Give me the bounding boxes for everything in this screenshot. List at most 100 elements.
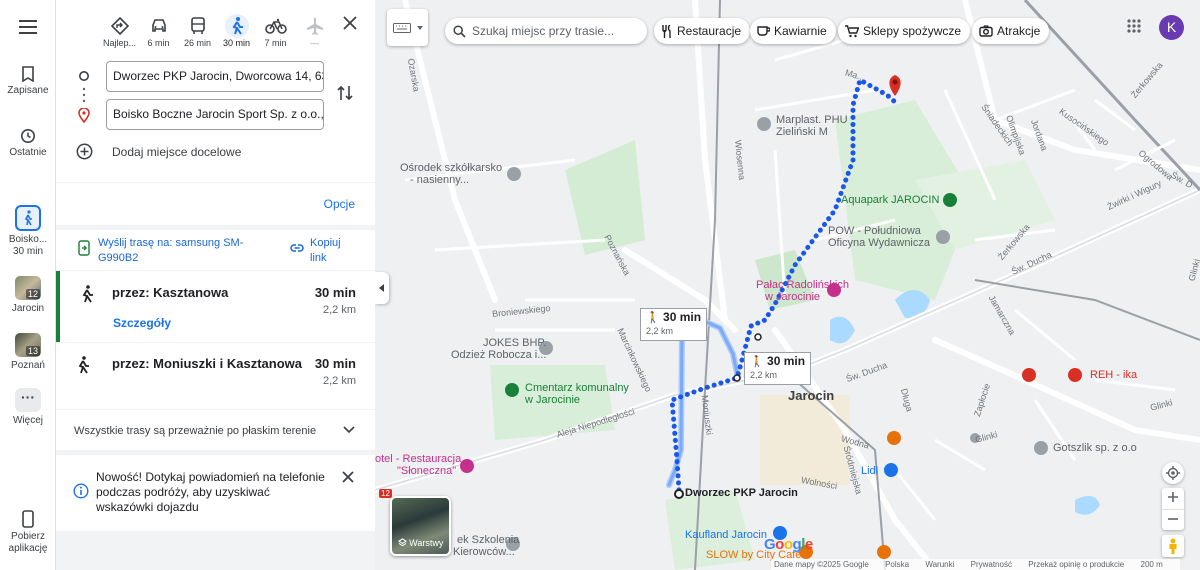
poi-osrodek[interactable]: Ośrodek szkółkarsko xyxy=(400,162,502,174)
route-via: przez: Moniuszki i Kasztanowa xyxy=(112,356,302,371)
zoom-in-button[interactable] xyxy=(1162,488,1184,509)
more-button[interactable]: ··· Więcej xyxy=(0,388,56,427)
mode-bike[interactable]: 7 min xyxy=(256,14,295,48)
poi-aquapark[interactable]: Aquapark JAROCIN xyxy=(841,194,939,206)
footer-privacy-link[interactable]: Prywatność xyxy=(971,560,1012,569)
layers-label: Warstwy xyxy=(409,538,444,548)
mode-walk[interactable]: 30 min xyxy=(217,14,256,48)
search-placeholder: Szukaj miejsc przy trasie... xyxy=(472,24,615,38)
route-via: przez: Kasztanowa xyxy=(112,285,229,300)
swap-button[interactable] xyxy=(337,84,353,107)
origin-label[interactable]: Dworzec PKP Jarocin xyxy=(685,487,798,499)
footer-terms-link[interactable]: Warunki xyxy=(925,560,954,569)
recent-button[interactable]: Ostatnie xyxy=(0,128,56,159)
poi-hotel[interactable]: otel - Restauracja xyxy=(375,453,461,465)
location-target-icon xyxy=(1166,466,1180,480)
search-along-route[interactable]: Szukaj miejsc przy trasie... xyxy=(445,18,647,44)
poi-cemetery[interactable]: Cmentarz komunalny xyxy=(525,382,629,394)
terrain-note: Wszystkie trasy są przeważnie po płaskim… xyxy=(74,425,317,437)
notice-card: Nowość! Dotykaj powiadomień na telefonie… xyxy=(56,455,375,531)
route-option-1[interactable]: przez: Kasztanowa 30 min 2,2 km Szczegół… xyxy=(56,271,375,342)
chip-attractions[interactable]: Atrakcje xyxy=(972,18,1050,44)
street-view-pegman[interactable] xyxy=(1162,535,1184,557)
menu-button[interactable] xyxy=(0,20,56,34)
mode-transit[interactable]: 26 min xyxy=(178,14,217,48)
account-avatar[interactable]: K xyxy=(1159,15,1184,40)
coffee-icon xyxy=(757,26,770,36)
layers-button[interactable]: Warstwy xyxy=(390,496,451,556)
left-rail: Zapisane Ostatnie Boisko... 30 min 12 Ja… xyxy=(0,0,56,570)
poi-szkolenia-2: Kierowców... xyxy=(453,546,515,558)
close-notice-button[interactable] xyxy=(342,470,354,488)
poi-zielinski[interactable]: Zieliński M xyxy=(776,126,828,138)
footer-country[interactable]: Polska xyxy=(885,560,909,569)
origin-field[interactable]: Dworzec PKP Jarocin, Dworcowa 14, 63-200 xyxy=(106,61,324,92)
road-shield: 12 xyxy=(379,489,392,498)
poi-gotszlik[interactable]: Gotszlik sp. z o.o xyxy=(1053,442,1137,454)
origin-circle-icon xyxy=(79,71,89,81)
route-option-2[interactable]: przez: Moniuszki i Kasztanowa 30 min 2,2… xyxy=(56,343,375,409)
collapse-panel-button[interactable] xyxy=(375,272,389,304)
plus-icon xyxy=(1168,492,1178,502)
mode-car[interactable]: 6 min xyxy=(139,14,178,48)
add-destination-button[interactable]: Dodaj miejsce docelowe xyxy=(112,145,241,159)
recent-route-item[interactable]: Boisko... 30 min xyxy=(0,205,56,258)
poi-pow-2: Oficyna Wydawnicza xyxy=(828,237,930,249)
zoom-out-button[interactable] xyxy=(1162,509,1184,530)
mode-label: 30 min xyxy=(222,38,250,48)
close-icon xyxy=(342,471,354,483)
scale-label[interactable]: 200 m xyxy=(1141,560,1163,569)
poi-szkolenia[interactable]: ek Szkolenia xyxy=(457,534,519,546)
history-icon xyxy=(21,129,35,143)
walk-icon xyxy=(224,14,249,38)
chip-restaurants[interactable]: Restauracje xyxy=(654,18,751,44)
chip-groceries[interactable]: Sklepy spożywcze xyxy=(838,18,971,44)
send-route-link[interactable]: Wyślij trasę na: samsung SM-G990B2 xyxy=(98,236,268,266)
poi-jokes-2: Odzież Robocza i... xyxy=(451,349,547,361)
route-details-button[interactable]: Szczegóły xyxy=(113,316,171,330)
destination-pin-icon xyxy=(78,108,90,123)
input-tools-button[interactable] xyxy=(387,9,428,46)
footer-feedback-link[interactable]: Przekaż opinię o produkcie xyxy=(1028,560,1124,569)
map-view[interactable]: Szukaj miejsc przy trasie... Restauracje… xyxy=(375,0,1200,570)
saved-button[interactable]: Zapisane xyxy=(0,66,56,97)
keyboard-icon xyxy=(392,22,411,33)
route-time-label-main[interactable]: 🚶 30 min 2,2 km xyxy=(744,352,812,385)
link-icon xyxy=(290,244,304,252)
options-button[interactable]: Opcje xyxy=(324,197,355,211)
recent-place-jarocin[interactable]: 12 Jarocin xyxy=(0,276,56,315)
copy-link-button[interactable]: Kopiuj link xyxy=(310,236,360,266)
google-apps-button[interactable] xyxy=(1127,19,1141,38)
destination-field[interactable]: Boisko Boczne Jarocin Sport Sp. z o.o., … xyxy=(106,99,324,130)
chip-label: Restauracje xyxy=(677,24,742,38)
recent-place-poznan[interactable]: 13 Poznań xyxy=(0,333,56,372)
mode-label: Najlep... xyxy=(102,38,137,48)
poi-reh[interactable]: REH - ika xyxy=(1090,369,1137,381)
poi-osrodek-2: - nasienny... xyxy=(410,174,470,186)
poi-lidl[interactable]: Lidl xyxy=(861,465,878,477)
bus-icon xyxy=(190,17,205,34)
poi-jokes[interactable]: JOKES BHP. xyxy=(483,337,546,349)
mode-flight[interactable]: — xyxy=(295,14,334,48)
poi-marplast[interactable]: Marplast. PHU xyxy=(776,114,848,126)
layers-icon xyxy=(397,538,407,547)
poi-kaufland[interactable]: Kaufland Jarocin xyxy=(685,529,767,541)
poi-palac-2: w Jarocinie xyxy=(765,291,821,303)
my-location-button[interactable] xyxy=(1162,462,1184,484)
time-box-distance: 2,2 km xyxy=(646,326,674,336)
terrain-note-bar[interactable]: Wszystkie trasy są przeważnie po płaskim… xyxy=(56,410,375,450)
close-directions-button[interactable] xyxy=(343,16,357,35)
chip-cafes[interactable]: Kawiarnie xyxy=(750,18,836,44)
route-time-label-alt[interactable]: 🚶 30 min 2,2 km xyxy=(640,308,708,341)
mode-label: 6 min xyxy=(147,38,170,48)
poi-palac[interactable]: Pałac Radolińskich xyxy=(756,279,849,291)
chip-label: Atrakcje xyxy=(997,24,1041,38)
chevron-down-icon xyxy=(343,426,355,434)
mode-label: — xyxy=(310,38,319,48)
poi-pow[interactable]: POW - Południowa xyxy=(828,225,921,237)
chip-label: Kawiarnie xyxy=(774,24,827,38)
mode-best[interactable]: Najlep... xyxy=(100,14,139,48)
zoom-controls xyxy=(1162,488,1184,530)
send-to-phone-icon xyxy=(78,240,90,256)
get-app-button[interactable]: Pobierz aplikację xyxy=(0,510,56,555)
